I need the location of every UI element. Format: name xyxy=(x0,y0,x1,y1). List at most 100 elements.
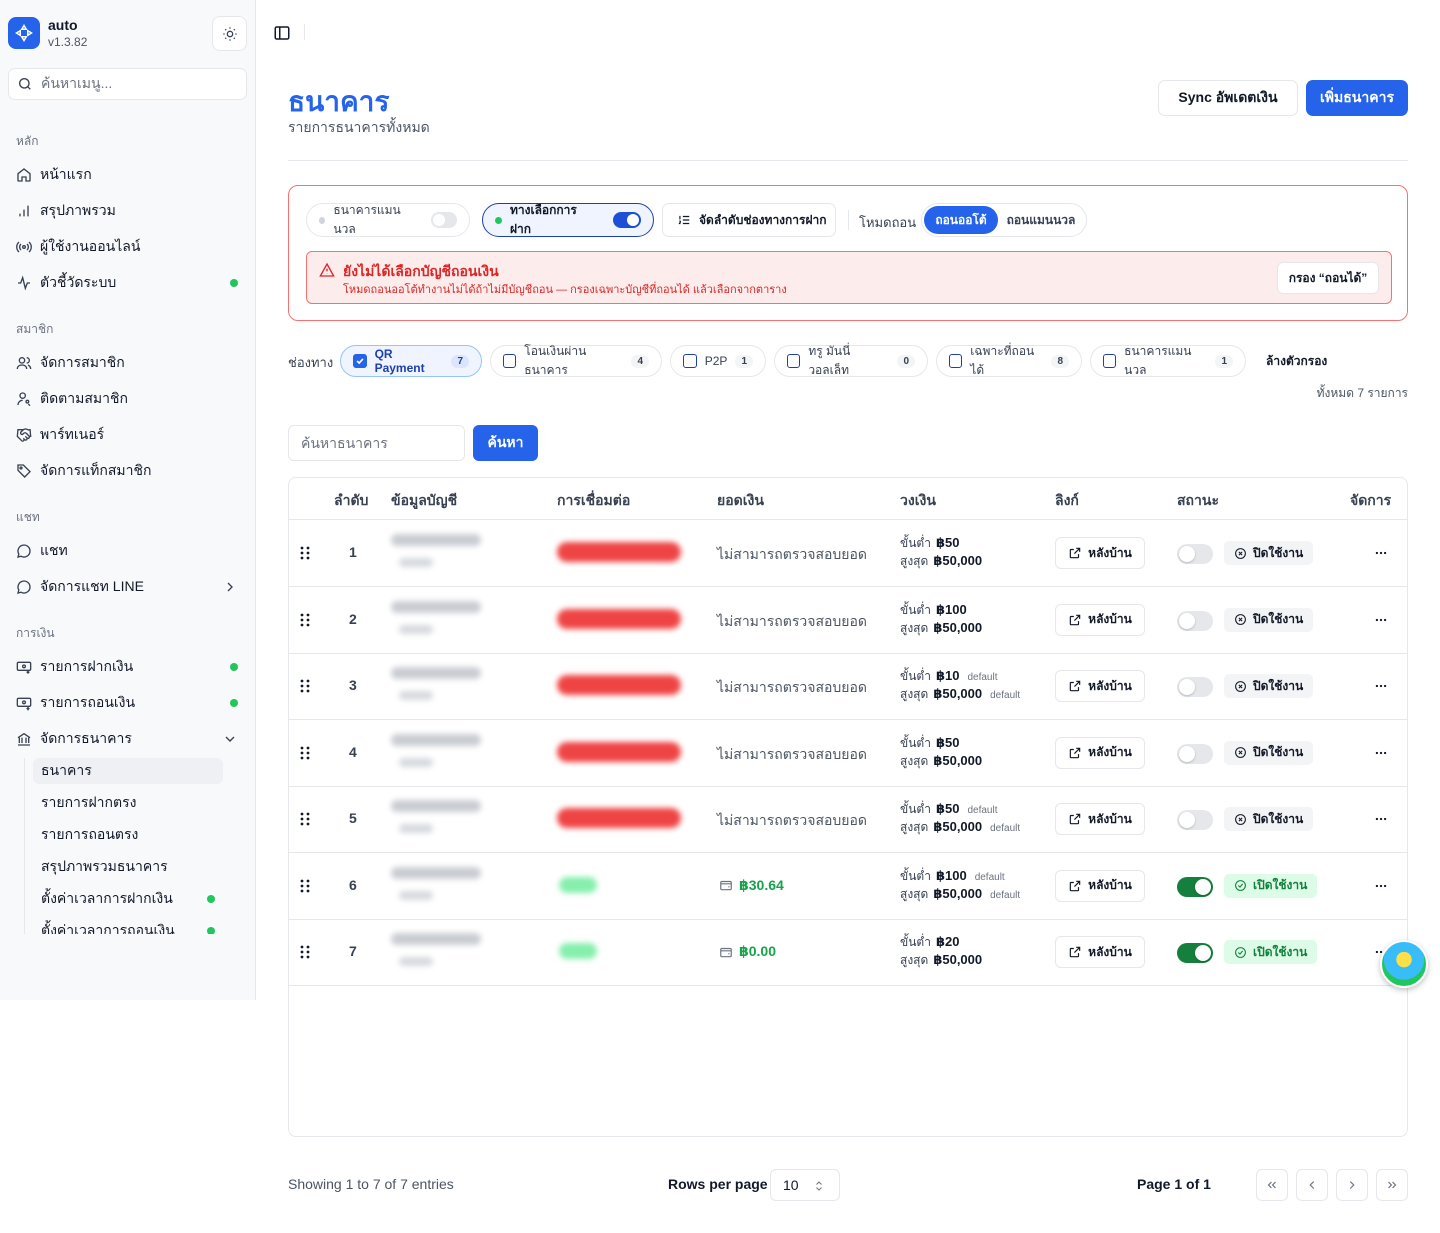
chip-p2p[interactable]: P2P 1 xyxy=(670,345,766,377)
backoffice-link-button[interactable]: หลังบ้าน xyxy=(1055,869,1145,902)
checkbox-checked[interactable] xyxy=(353,354,367,368)
more-horizontal-icon[interactable] xyxy=(1374,812,1388,826)
chip-bank-transfer[interactable]: โอนเงินผ่านธนาคาร 4 xyxy=(490,344,662,377)
chip-manual-bank[interactable]: ธนาคารแมนนวล 1 xyxy=(1090,344,1246,377)
last-page-button[interactable] xyxy=(1376,1169,1408,1201)
search-button[interactable]: ค้นหา xyxy=(473,425,538,461)
account-name-redacted xyxy=(391,733,481,746)
sidebar-item-home[interactable]: หน้าแรก xyxy=(8,159,248,191)
bank-enable-switch[interactable] xyxy=(1177,610,1213,631)
sidebar-sub-bank-summary[interactable]: สรุปภาพรวมธนาคาร xyxy=(33,854,223,880)
backoffice-link-button[interactable]: หลังบ้าน xyxy=(1055,670,1145,702)
sidebar-item-system-metrics[interactable]: ตัวชี้วัดระบบ xyxy=(8,267,248,299)
chip-withdrawable-only[interactable]: เฉพาะที่ถอนได้ 8 xyxy=(936,344,1082,377)
drag-handle-icon[interactable] xyxy=(300,812,310,826)
sidebar-item-online-users[interactable]: ผู้ใช้งานออนไลน์ xyxy=(8,231,248,263)
account-name-redacted xyxy=(391,866,481,879)
bank-enable-switch[interactable] xyxy=(1177,876,1213,897)
message-circle-icon xyxy=(17,580,31,594)
connection-status-redacted xyxy=(557,542,681,562)
external-link-icon xyxy=(1069,880,1081,891)
more-horizontal-icon[interactable] xyxy=(1374,679,1388,693)
chip-qr-payment[interactable]: QR Payment 7 xyxy=(340,345,482,377)
bank-enable-switch[interactable] xyxy=(1177,677,1213,697)
bank-enable-switch[interactable] xyxy=(1177,743,1213,764)
backoffice-link-button[interactable]: หลังบ้าน xyxy=(1055,736,1145,769)
sidebar-sub-withdraw-time[interactable]: ตั้งค่าเวลาการถอนเงิน xyxy=(33,918,223,934)
table-row: 3 ไม่สามารถตรวจสอบยอด ขั้นต่ำ ฿10 default สูง… xyxy=(289,653,1407,720)
chevron-right-icon xyxy=(1349,1181,1355,1189)
checkbox[interactable] xyxy=(1103,354,1117,368)
drag-handle-icon[interactable] xyxy=(300,613,310,627)
sync-balance-button[interactable]: Sync อัพเดตเงิน xyxy=(1158,80,1298,116)
sidebar-sub-banks[interactable]: ธนาคาร xyxy=(33,758,223,784)
sidebar-item-track-members[interactable]: ติดตามสมาชิก xyxy=(8,383,248,415)
status-badge: ปิดใช้งาน xyxy=(1224,607,1314,632)
checkbox[interactable] xyxy=(683,354,697,368)
deposit-channel-toggle[interactable]: ทางเลือกการฝาก xyxy=(482,203,654,237)
connection-status-redacted xyxy=(559,876,597,893)
drag-handle-icon[interactable] xyxy=(300,879,310,893)
drag-handle-icon[interactable] xyxy=(300,945,310,959)
total-count: ทั้งหมด 7 รายการ xyxy=(1316,386,1408,400)
sidebar-toggle-button[interactable] xyxy=(273,24,291,42)
first-page-button[interactable] xyxy=(1256,1169,1288,1201)
bank-enable-switch[interactable] xyxy=(1177,544,1213,564)
sidebar-item-manage-members[interactable]: จัดการสมาชิก xyxy=(8,347,248,379)
prev-page-button[interactable] xyxy=(1296,1169,1328,1201)
sidebar-sub-direct-deposits[interactable]: รายการฝากตรง xyxy=(33,790,223,816)
connection-status-redacted xyxy=(557,608,681,629)
sidebar-item-member-tags[interactable]: จัดการแท็กสมาชิก xyxy=(8,455,248,487)
backoffice-link-button[interactable]: หลังบ้าน xyxy=(1055,936,1145,968)
theme-toggle-button[interactable] xyxy=(212,16,247,51)
sidebar-item-withdrawals[interactable]: รายการถอนเงิน xyxy=(8,687,248,719)
sidebar-item-summary[interactable]: สรุปภาพรวม xyxy=(8,195,248,227)
menu-search-input[interactable]: ค้นหาเมนู... xyxy=(8,68,247,100)
sidebar-sub-deposit-time[interactable]: ตั้งค่าเวลาการฝากเงิน xyxy=(33,886,223,912)
wallet-icon xyxy=(720,880,732,891)
bank-search-input[interactable] xyxy=(288,425,465,461)
clear-filters-button[interactable]: ล้างตัวกรอง xyxy=(1266,352,1327,371)
backoffice-link-button[interactable]: หลังบ้าน xyxy=(1055,603,1145,636)
app-logo-icon[interactable] xyxy=(8,17,40,49)
sidebar-item-manage-banks[interactable]: จัดการธนาคาร xyxy=(8,723,248,755)
mode-manual-option[interactable]: ถอนแมนนวล xyxy=(998,211,1084,230)
limit-min: ขั้นต่ำ ฿50 xyxy=(900,535,960,550)
checkbox[interactable] xyxy=(787,354,801,368)
more-horizontal-icon[interactable] xyxy=(1374,879,1388,893)
account-number-redacted xyxy=(399,890,433,900)
checkbox[interactable] xyxy=(949,354,963,368)
rows-per-page-select[interactable]: 10 xyxy=(770,1169,840,1201)
col-status: สถานะ xyxy=(1177,492,1219,508)
bank-enable-switch[interactable] xyxy=(1177,943,1213,963)
backoffice-link-button[interactable]: หลังบ้าน xyxy=(1055,537,1145,569)
sidebar-item-line-chat[interactable]: จัดการแชท LINE xyxy=(8,571,248,603)
bar-chart-icon xyxy=(19,205,29,217)
drag-handle-icon[interactable] xyxy=(300,746,310,760)
order-channels-button[interactable]: จัดลำดับช่องทางการฝาก xyxy=(662,203,836,237)
manual-bank-toggle[interactable]: ธนาคารแมนนวล xyxy=(306,203,470,237)
deposit-channel-switch[interactable] xyxy=(613,212,642,228)
sidebar-sub-direct-withdrawals[interactable]: รายการถอนตรง xyxy=(33,822,223,848)
drag-handle-icon[interactable] xyxy=(300,546,310,560)
more-horizontal-icon[interactable] xyxy=(1374,613,1388,627)
filter-withdrawable-button[interactable]: กรอง “ถอนได้” xyxy=(1277,262,1379,294)
next-page-button[interactable] xyxy=(1336,1169,1368,1201)
backoffice-link-button[interactable]: หลังบ้าน xyxy=(1055,803,1145,835)
checkbox[interactable] xyxy=(503,354,517,368)
sidebar-item-deposits[interactable]: รายการฝากเงิน xyxy=(8,651,248,683)
bank-enable-switch[interactable] xyxy=(1177,810,1213,830)
more-horizontal-icon[interactable] xyxy=(1374,546,1388,560)
mode-auto-option[interactable]: ถอนออโต้ xyxy=(924,206,998,234)
table-row: 4 ไม่สามารถตรวจสอบยอด ขั้นต่ำ ฿50 สูงสุด ฿50,… xyxy=(289,720,1407,787)
add-bank-button[interactable]: เพิ่มธนาคาร xyxy=(1306,80,1408,116)
floating-avatar-button[interactable] xyxy=(1380,940,1428,988)
account-number-redacted xyxy=(399,624,433,634)
status-badge: ปิดใช้งาน xyxy=(1224,807,1314,831)
sidebar-item-chat[interactable]: แชท xyxy=(8,535,248,567)
manual-bank-switch[interactable] xyxy=(431,212,457,228)
chip-truemoney-wallet[interactable]: ทรู มันนี่ วอลเล็ท 0 xyxy=(774,344,928,377)
more-horizontal-icon[interactable] xyxy=(1374,746,1388,760)
sidebar-item-partners[interactable]: พาร์ทเนอร์ xyxy=(8,419,248,451)
drag-handle-icon[interactable] xyxy=(300,679,310,693)
